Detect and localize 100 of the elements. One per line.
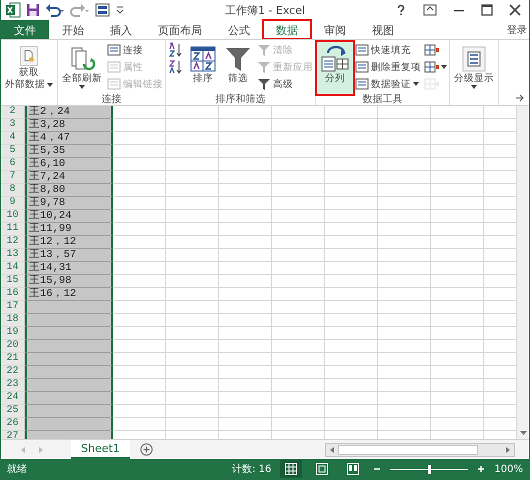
excel-logo-icon[interactable]: [5, 2, 21, 18]
table-cell: 王7,24: [25, 171, 113, 184]
row-header[interactable]: 11: [1, 223, 25, 236]
row-header[interactable]: 8: [1, 184, 25, 197]
row-header[interactable]: 23: [1, 379, 25, 392]
funnel-icon: [257, 43, 271, 57]
sign-in-link[interactable]: 登录: [507, 22, 529, 36]
add-sheet-icon[interactable]: [140, 443, 153, 456]
ribbon-button[interactable]: 全部刷新: [59, 42, 105, 94]
window-title: 工作簿1 - Excel: [224, 2, 306, 18]
row-header[interactable]: 2: [1, 106, 25, 119]
table-cell: 王2，24: [25, 106, 113, 119]
row-header[interactable]: 9: [1, 197, 25, 210]
ribbon-tab[interactable]: 公式: [215, 20, 263, 39]
sort-az-icon: [168, 59, 184, 75]
ribbon-display-icon[interactable]: [423, 4, 437, 16]
table-cell: 王16，12: [25, 288, 113, 301]
caret-icon: [471, 85, 477, 89]
row-header[interactable]: 15: [1, 275, 25, 288]
row-header[interactable]: 27: [1, 431, 25, 439]
table-icon: [107, 43, 121, 57]
row-header[interactable]: 20: [1, 340, 25, 353]
row-header[interactable]: 25: [1, 405, 25, 418]
row-header[interactable]: 22: [1, 366, 25, 379]
ribbon-button[interactable]: 获取 外部数据: [2, 42, 56, 94]
caret-icon: [79, 85, 85, 89]
text-to-columns-icon: [320, 45, 350, 73]
group-label: 数据工具: [362, 94, 404, 106]
ribbon-button[interactable]: 筛选: [221, 42, 255, 94]
row-header[interactable]: 13: [1, 249, 25, 262]
table-cell: 王14,31: [25, 262, 113, 275]
table-cell: 王15,98: [25, 275, 113, 288]
row-header[interactable]: 5: [1, 145, 25, 158]
row-header[interactable]: 14: [1, 262, 25, 275]
ribbon-tab[interactable]: 数据: [263, 20, 311, 39]
scroll-down-icon[interactable]: [518, 428, 528, 437]
row-header[interactable]: 4: [1, 132, 25, 145]
undo-icon[interactable]: [45, 3, 65, 17]
zoom-level[interactable]: 100%: [494, 464, 523, 474]
table-cell: 王9,78: [25, 197, 113, 210]
row-header[interactable]: 19: [1, 327, 25, 340]
row-header[interactable]: 16: [1, 288, 25, 301]
table-icon: [424, 43, 440, 57]
collapse-ribbon-icon[interactable]: [515, 94, 525, 102]
table-cell: 王4，47: [25, 132, 113, 145]
view-button[interactable]: [280, 460, 302, 478]
horizontal-scrollbar[interactable]: [325, 442, 515, 456]
table-cell: 王12，12: [25, 236, 113, 249]
row-header[interactable]: 18: [1, 314, 25, 327]
group-label: 连接: [100, 94, 122, 106]
table-icon: [424, 60, 440, 74]
ribbon-button[interactable]: 删除重复项: [354, 59, 422, 75]
row-header[interactable]: 3: [1, 119, 25, 132]
row-header[interactable]: 21: [1, 353, 25, 366]
ribbon-tab[interactable]: 插入: [97, 20, 145, 39]
table-cell: 王8,80: [25, 184, 113, 197]
sheet-tab[interactable]: Sheet1: [71, 440, 130, 459]
table-icon: [355, 60, 369, 74]
table-icon: [107, 77, 121, 91]
row-header[interactable]: 24: [1, 392, 25, 405]
ribbon-button[interactable]: 连接: [106, 42, 164, 58]
ribbon-button[interactable]: 快速填充: [354, 42, 422, 58]
row-header[interactable]: 17: [1, 301, 25, 314]
row-header[interactable]: 26: [1, 418, 25, 431]
funnel-icon: [224, 45, 252, 73]
icon-button[interactable]: [423, 59, 448, 75]
vertical-scrollbar[interactable]: [516, 106, 529, 439]
row-header[interactable]: 10: [1, 210, 25, 223]
ribbon-tab[interactable]: 审阅: [311, 20, 359, 39]
table-icon: [107, 60, 121, 74]
maximize-icon[interactable]: [481, 4, 493, 16]
slider-thumb[interactable]: [428, 464, 431, 474]
ribbon-tab[interactable]: 开始: [49, 20, 97, 39]
funnel-icon: [257, 60, 271, 74]
table-icon: [355, 43, 369, 57]
ribbon-button[interactable]: 排序: [186, 42, 220, 94]
help-icon[interactable]: [395, 4, 407, 16]
row-header[interactable]: 12: [1, 236, 25, 249]
scroll-right-icon[interactable]: [504, 446, 512, 454]
ribbon-button[interactable]: 分级显示: [451, 42, 497, 94]
save-icon[interactable]: [26, 3, 40, 17]
ribbon-tab[interactable]: 页面布局: [145, 20, 215, 39]
zoom-in-icon[interactable]: [477, 465, 486, 473]
caret-icon: [441, 65, 447, 69]
ribbon-button[interactable]: 数据验证: [354, 76, 422, 92]
close-icon[interactable]: [509, 4, 521, 16]
table-cell: 王3,28: [25, 119, 113, 132]
scroll-left-icon[interactable]: [328, 446, 336, 454]
row-header[interactable]: 7: [1, 171, 25, 184]
caret-icon: [47, 83, 53, 87]
status-text: 就绪: [7, 462, 27, 476]
customize-caret-icon[interactable]: [116, 5, 124, 15]
ribbon-tab[interactable]: 视图: [359, 20, 407, 39]
form-icon[interactable]: [95, 3, 111, 17]
ribbon-button[interactable]: 分列: [317, 42, 353, 94]
file-tab[interactable]: 文件: [1, 20, 49, 39]
ribbon-button[interactable]: 高级: [256, 76, 314, 92]
table-icon: [424, 77, 440, 91]
scrollbar-thumb[interactable]: [338, 444, 478, 454]
row-header[interactable]: 6: [1, 158, 25, 171]
